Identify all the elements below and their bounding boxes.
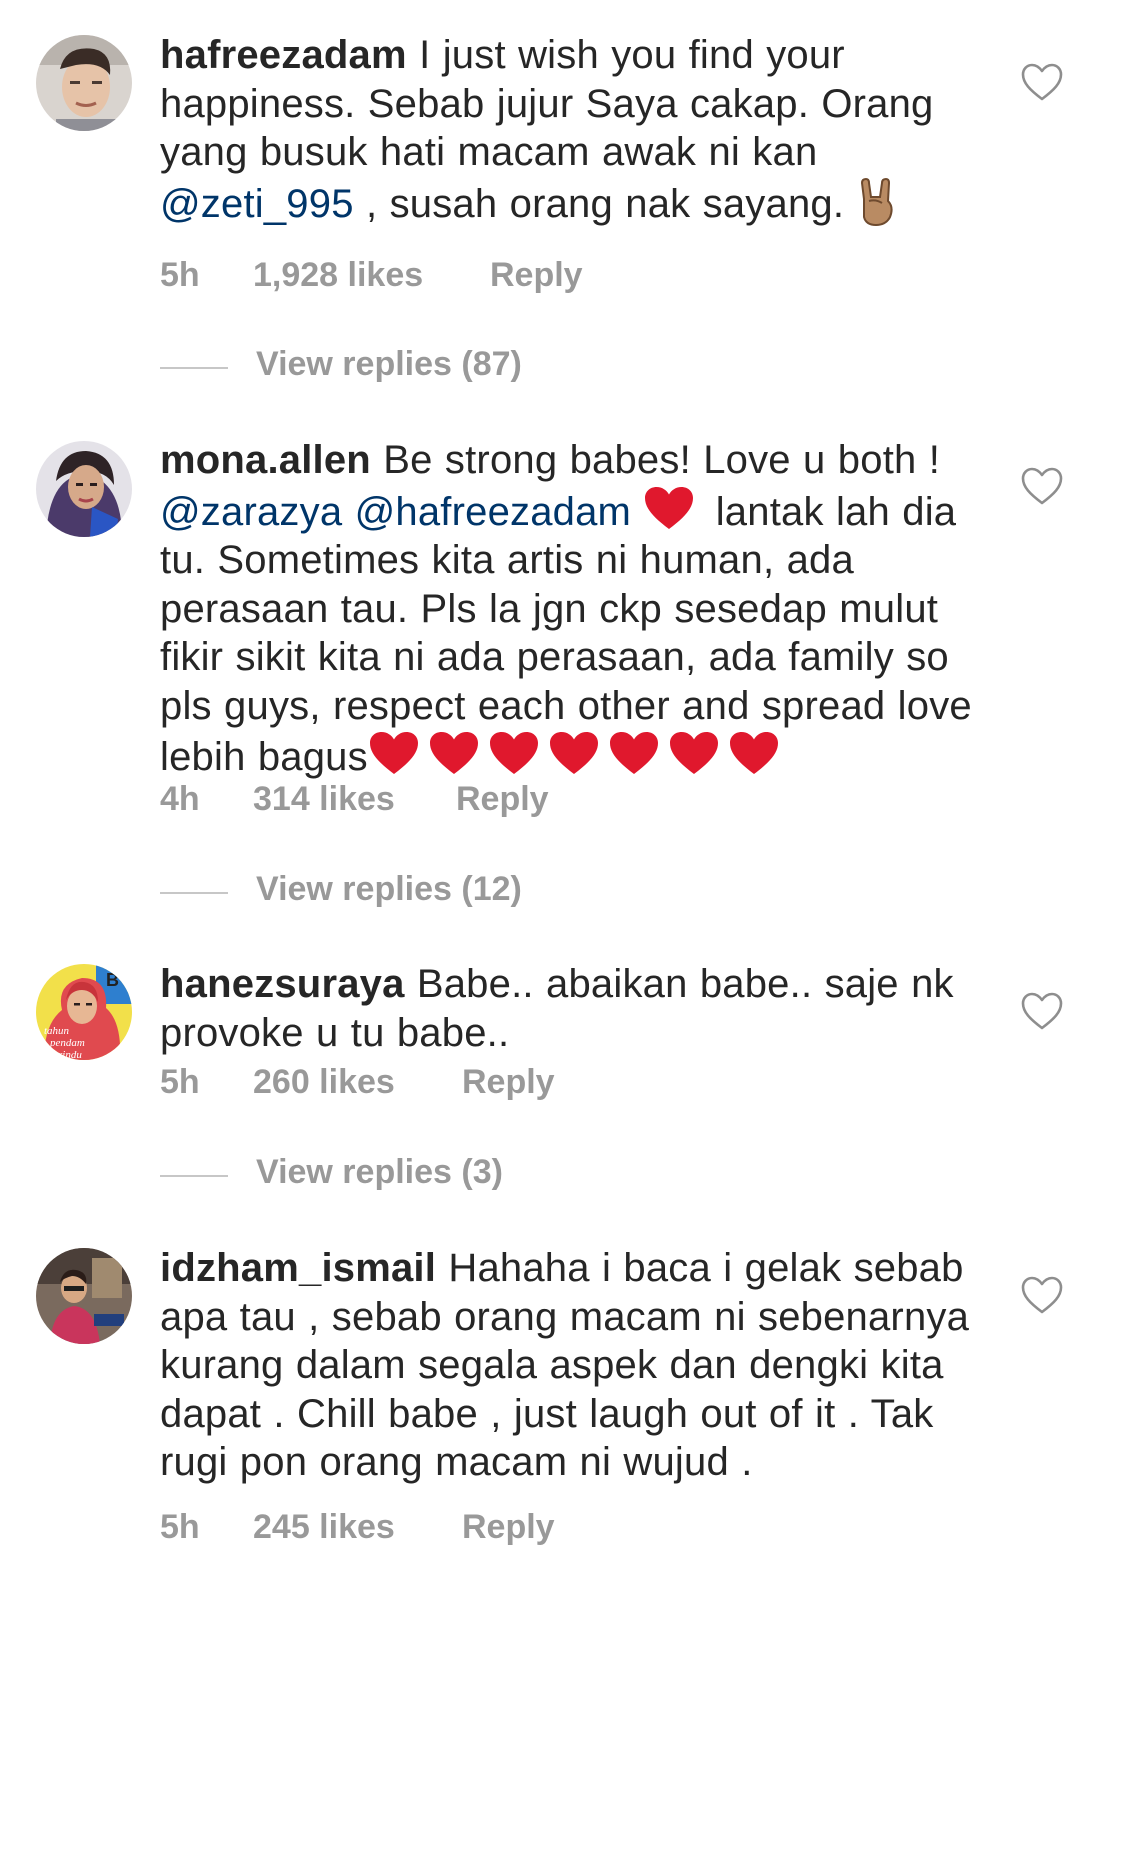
comment-time: 5h <box>160 1063 200 1101</box>
comment-likes[interactable]: 245 likes <box>253 1508 395 1547</box>
comment-username[interactable]: idzham_ismail <box>160 1246 436 1290</box>
comment-time: 4h <box>160 780 200 818</box>
red-heart-emoji-icon <box>728 730 780 776</box>
reply-button[interactable]: Reply <box>490 256 583 295</box>
red-heart-emoji-icon <box>428 730 480 776</box>
svg-text:pendam: pendam <box>49 1037 85 1049</box>
comment-time: 5h <box>160 1508 200 1546</box>
svg-text:tahun: tahun <box>44 1025 70 1037</box>
comment-text: hanezsuraya Babe.. abaikan babe.. saje n… <box>160 960 980 1057</box>
view-replies-divider <box>160 892 228 894</box>
avatar-hafreezadam[interactable] <box>36 35 132 131</box>
svg-text:rindu: rindu <box>58 1049 82 1060</box>
view-replies-label: View replies (3) <box>256 1153 503 1191</box>
avatar-mona-allen[interactable] <box>36 441 132 537</box>
comment-username[interactable]: hafreezadam <box>160 33 407 77</box>
comment-body-part: Be strong babes! Love u both ! <box>370 438 941 482</box>
comment-body-part <box>631 490 643 534</box>
mention-link[interactable]: @zeti_995 <box>160 182 354 226</box>
red-heart-emoji-icon <box>548 730 600 776</box>
svg-text:B: B <box>106 970 119 990</box>
red-heart-emoji-icon <box>488 730 540 776</box>
comment-likes[interactable]: 1,928 likes <box>253 256 423 295</box>
view-replies-button[interactable]: View replies (87) <box>160 342 660 392</box>
reply-button[interactable]: Reply <box>456 780 549 819</box>
red-heart-emoji-icon <box>368 730 420 776</box>
avatar-idzham-ismail[interactable] <box>36 1248 132 1344</box>
view-replies-divider <box>160 367 228 369</box>
red-heart-emoji-icon <box>608 730 660 776</box>
avatar-hanezsuraya[interactable]: B tahun pendam rindu <box>36 964 132 1060</box>
red-heart-emoji-icon <box>643 485 695 531</box>
comment-likes[interactable]: 314 likes <box>253 780 395 819</box>
comment-username[interactable]: hanezsuraya <box>160 962 405 1006</box>
reply-button[interactable]: Reply <box>462 1063 555 1102</box>
sign-of-horns-emoji-icon <box>856 177 898 227</box>
reply-button[interactable]: Reply <box>462 1508 555 1547</box>
like-heart-icon[interactable] <box>1020 1275 1064 1315</box>
comment-text: mona.allen Be strong babes! Love u both … <box>160 436 980 782</box>
view-replies-label: View replies (12) <box>256 870 522 908</box>
comment-text: hafreezadam I just wish you find your ha… <box>160 31 980 228</box>
like-heart-icon[interactable] <box>1020 991 1064 1031</box>
red-heart-emoji-icon <box>668 730 720 776</box>
comment-body-part <box>342 490 354 534</box>
mention-link[interactable]: @zarazya <box>160 490 342 534</box>
mention-link[interactable]: @hafreezadam <box>355 490 631 534</box>
comment-likes[interactable]: 260 likes <box>253 1063 395 1102</box>
comment-username[interactable]: mona.allen <box>160 438 371 482</box>
view-replies-divider <box>160 1175 228 1177</box>
view-replies-button[interactable]: View replies (3) <box>160 1150 660 1200</box>
view-replies-button[interactable]: View replies (12) <box>160 867 660 917</box>
comment-time: 5h <box>160 256 200 294</box>
like-heart-icon[interactable] <box>1020 466 1064 506</box>
comment-text: idzham_ismail Hahaha i baca i gelak seba… <box>160 1244 980 1487</box>
comment-body-part: , susah orang nak sayang. <box>353 181 857 226</box>
like-heart-icon[interactable] <box>1020 62 1064 102</box>
view-replies-label: View replies (87) <box>256 345 522 383</box>
